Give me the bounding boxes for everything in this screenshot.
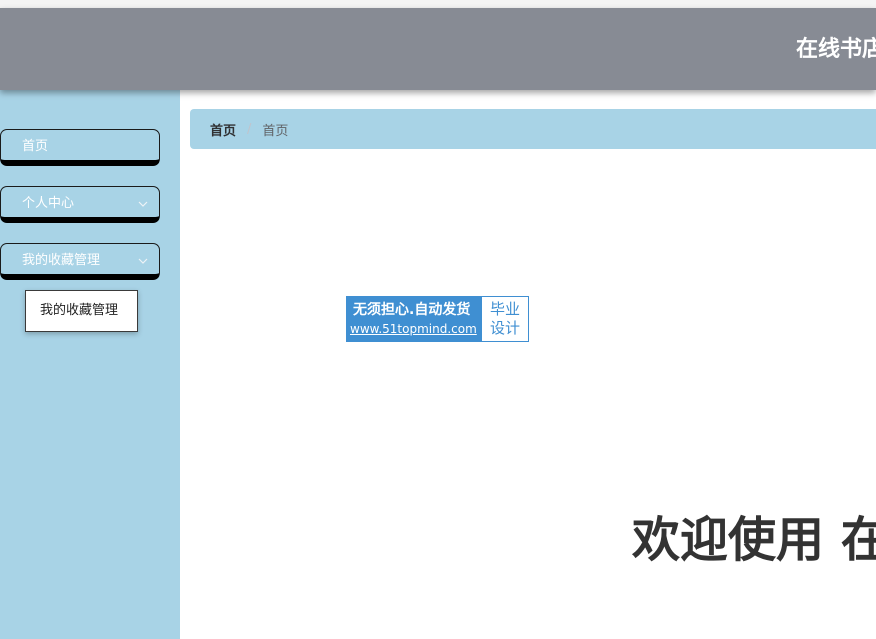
watermark-url: www.51topmind.com bbox=[350, 322, 477, 336]
sidebar: 首页 个人中心 我的收藏管理 我的收藏管理 bbox=[0, 90, 180, 639]
app-title: 在线书店 bbox=[796, 37, 876, 62]
header-bar: 在线书店 bbox=[0, 8, 876, 90]
sidebar-item-label: 首页 bbox=[22, 139, 49, 154]
top-strip bbox=[0, 0, 876, 8]
watermark-slogan: 无须担心.自动发货 bbox=[353, 302, 471, 318]
breadcrumb-separator: / bbox=[247, 121, 252, 137]
chevron-down-icon bbox=[138, 201, 148, 207]
breadcrumb-item-home-link[interactable]: 首页 bbox=[210, 120, 236, 139]
watermark-text-block: 无须担心.自动发货 www.51topmind.com bbox=[347, 297, 482, 341]
watermark-logo: 无须担心.自动发货 www.51topmind.com 毕业 设计 bbox=[346, 296, 529, 342]
sidebar-item-label: 个人中心 bbox=[22, 196, 75, 211]
welcome-heading: 欢迎使用 在 bbox=[632, 512, 876, 568]
sidebar-item-favorites-management[interactable]: 我的收藏管理 bbox=[0, 243, 160, 280]
submenu-popup: 我的收藏管理 bbox=[25, 290, 138, 332]
chevron-down-icon bbox=[138, 258, 148, 264]
watermark-badge-line2: 设计 bbox=[489, 319, 520, 337]
breadcrumb-item-current: 首页 bbox=[262, 123, 289, 139]
breadcrumb: 首页 / 首页 bbox=[190, 109, 876, 149]
watermark-badge-line1: 毕业 bbox=[489, 300, 520, 318]
watermark-badge: 毕业 设计 bbox=[482, 297, 528, 341]
submenu-item-my-favorites[interactable]: 我的收藏管理 bbox=[26, 291, 137, 331]
main-content: 首页 / 首页 无须担心.自动发货 www.51topmind.com 毕业 设… bbox=[180, 90, 876, 639]
sidebar-item-label: 我的收藏管理 bbox=[22, 253, 101, 268]
sidebar-item-personal-center[interactable]: 个人中心 bbox=[0, 186, 160, 223]
sidebar-item-home[interactable]: 首页 bbox=[0, 129, 160, 166]
